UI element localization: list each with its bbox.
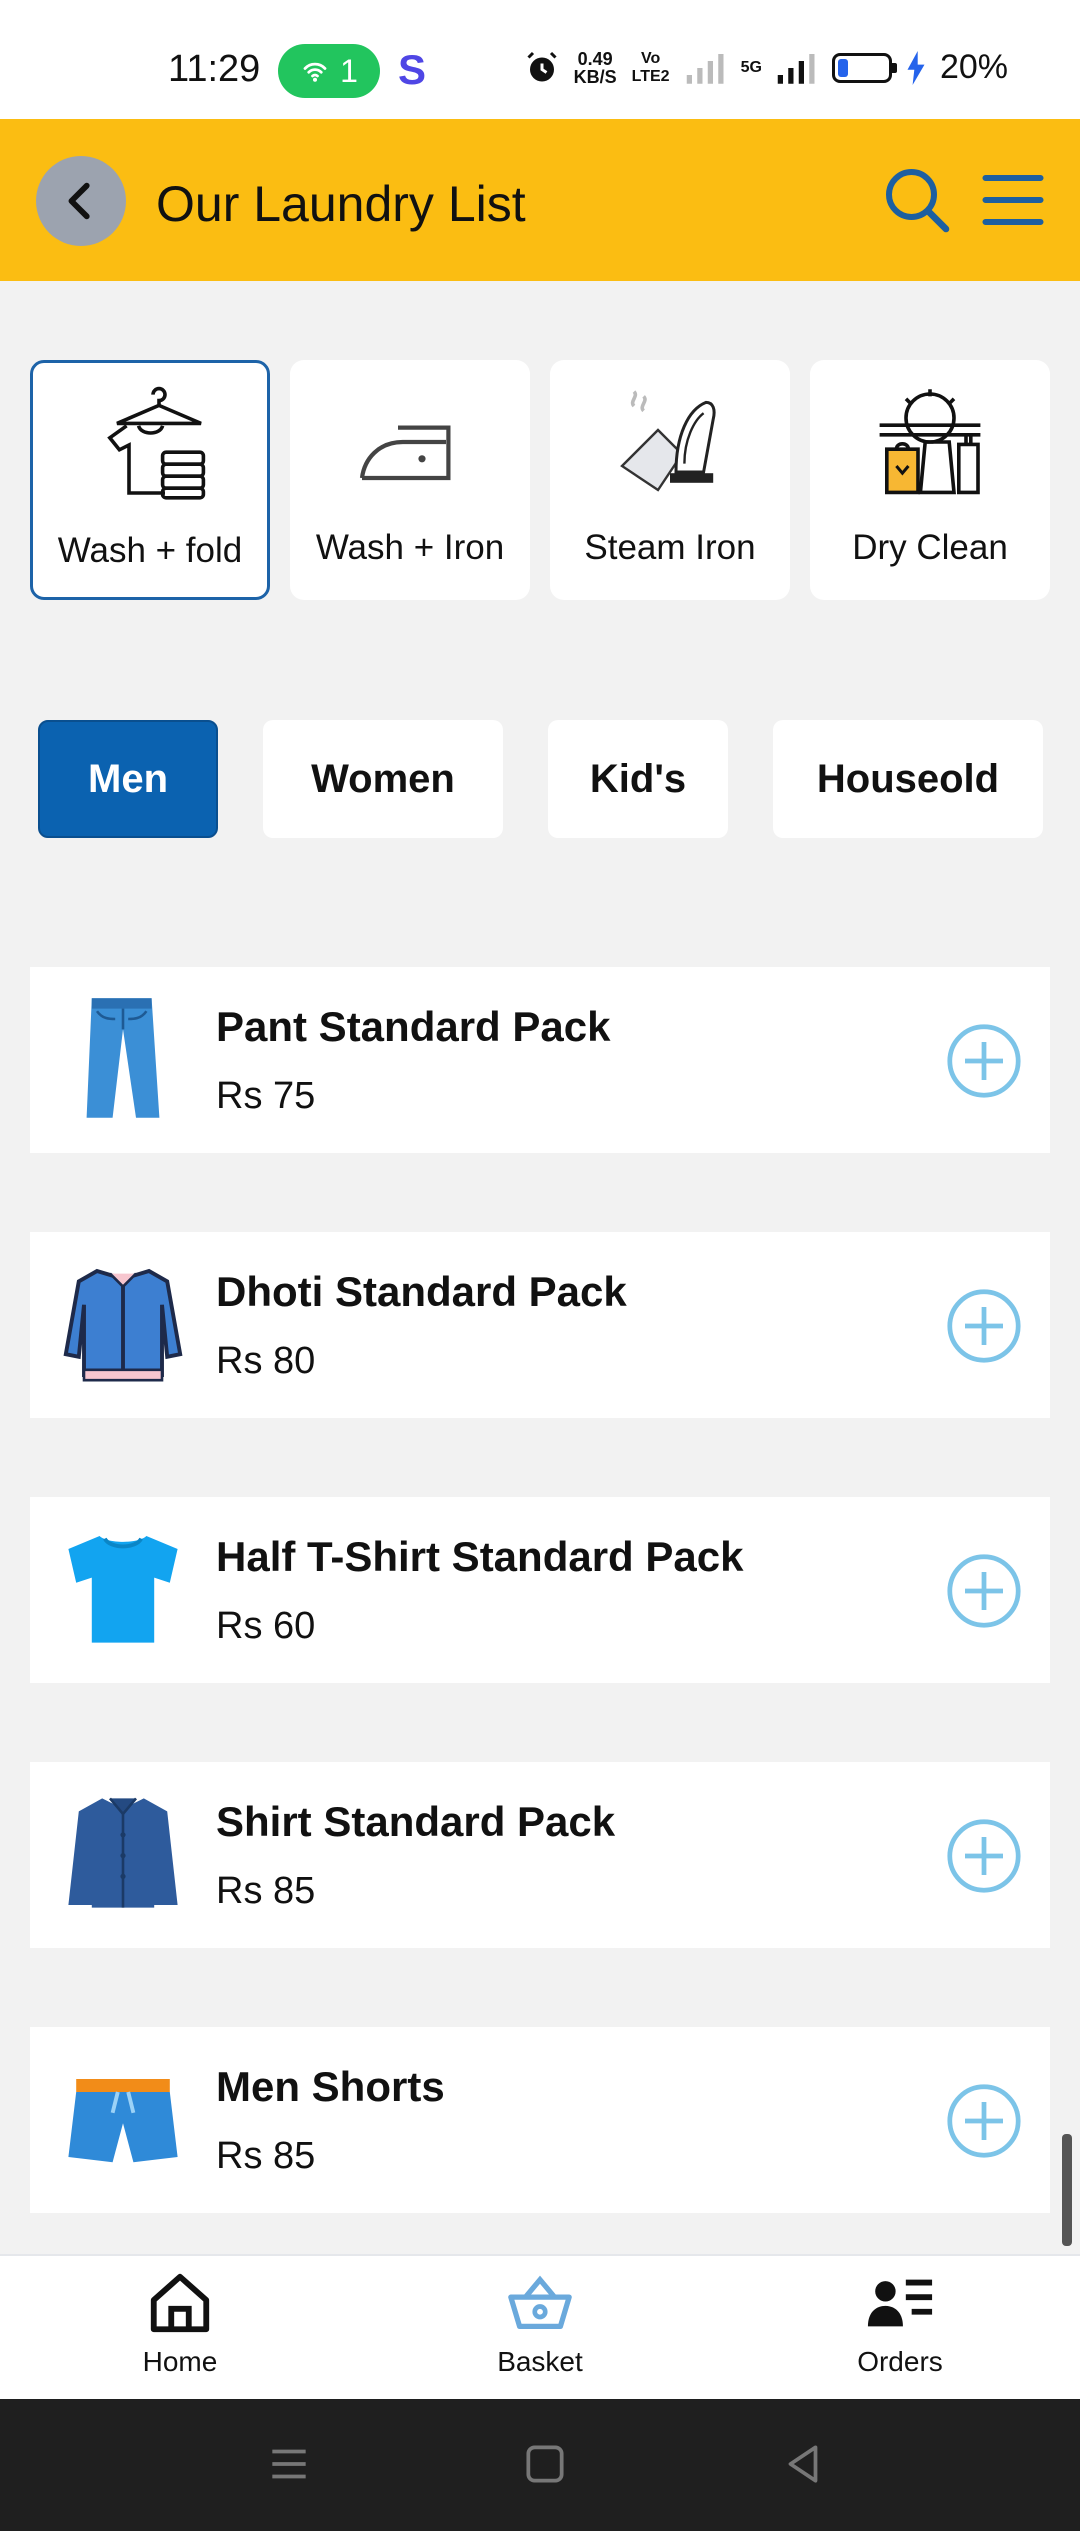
tshirt-icon [68, 1536, 178, 1643]
item-name: Half T-Shirt Standard Pack [216, 1533, 744, 1580]
basket-icon [508, 2275, 572, 2329]
battery-percent: 20% [939, 48, 1008, 86]
jeans-icon [86, 998, 160, 1118]
service-wash-iron[interactable]: Wash + Iron [290, 360, 530, 600]
item-price: Rs 60 [216, 1605, 316, 1647]
network-speed: 0.49 KB/S [573, 48, 617, 87]
list-item: Men Shorts Rs 85 [30, 2027, 1050, 2213]
steam-iron-icon [620, 390, 716, 492]
scrollbar[interactable] [1062, 2134, 1072, 2246]
item-name: Shirt Standard Pack [216, 1798, 616, 1845]
app-bar: Our Laundry List [0, 119, 1080, 281]
service-steam-iron[interactable]: Steam Iron [550, 360, 790, 600]
page-title: Our Laundry List [156, 176, 526, 232]
tab-household[interactable]: Houseold [773, 720, 1043, 838]
service-label: Wash + Iron [315, 528, 505, 567]
status-time: 11:29 [168, 48, 261, 90]
system-nav-bar [0, 2399, 1080, 2531]
item-price: Rs 75 [216, 1075, 316, 1117]
item-price: Rs 85 [216, 2135, 316, 2177]
iron-icon [359, 425, 451, 481]
hotspot-icon [303, 62, 327, 82]
item-price: Rs 80 [216, 1340, 316, 1382]
tab-kids[interactable]: Kid's [548, 720, 728, 838]
item-name: Men Shorts [216, 2063, 445, 2110]
shirt-icon [68, 1797, 178, 1908]
charging-icon [907, 50, 925, 85]
network-type: 5G [740, 58, 762, 76]
bottom-nav: Home Basket Orders [0, 2254, 1080, 2401]
service-label: Steam Iron [584, 528, 756, 567]
menu-icon[interactable] [980, 167, 1046, 233]
nav-orders[interactable]: Orders [800, 2268, 1000, 2378]
battery-icon [831, 52, 897, 83]
status-bar: 11:29 1 S 0.49 KB/S Vo LTE2 5G 20% [0, 0, 1080, 119]
search-icon[interactable] [880, 163, 952, 235]
list-item: Half T-Shirt Standard Pack Rs 60 [30, 1497, 1050, 1683]
hotspot-indicator: 1 [278, 44, 380, 98]
list-item: Pant Standard Pack Rs 75 [30, 967, 1050, 1153]
item-price: Rs 85 [216, 1870, 316, 1912]
back-button[interactable] [36, 156, 126, 246]
add-circle-icon[interactable] [946, 1288, 1022, 1364]
home-button-icon[interactable] [520, 2439, 570, 2489]
shorts-icon [68, 2079, 178, 2163]
add-circle-icon[interactable] [946, 2083, 1022, 2159]
nav-label: Orders [857, 2346, 943, 2377]
list-item: Dhoti Standard Pack Rs 80 [30, 1232, 1050, 1418]
tab-women[interactable]: Women [263, 720, 503, 838]
nav-home[interactable]: Home [80, 2268, 280, 2378]
back-triangle-icon[interactable] [778, 2439, 828, 2489]
signal-weak-icon [686, 53, 724, 84]
add-circle-icon[interactable] [946, 1553, 1022, 1629]
chevron-left-icon [68, 182, 90, 220]
nav-label: Basket [497, 2346, 583, 2377]
dry-clean-icon [879, 389, 981, 495]
service-label: Wash + fold [57, 531, 243, 570]
orders-icon [867, 2279, 933, 2327]
service-selector: Wash + fold Wash + Iron Steam Iron Dry C… [30, 360, 1050, 600]
tshirt-hanger-folded-clothes-icon [107, 386, 206, 500]
service-label: Dry Clean [852, 528, 1008, 567]
item-name: Pant Standard Pack [216, 1003, 611, 1050]
hotspot-count: 1 [340, 52, 358, 89]
add-circle-icon[interactable] [946, 1818, 1022, 1894]
status-icons: 0.49 KB/S Vo LTE2 5G 20% [524, 48, 1008, 87]
signal-icon [777, 53, 815, 84]
add-circle-icon[interactable] [946, 1023, 1022, 1099]
app-badge-icon: S [398, 46, 427, 93]
jacket-icon [63, 1268, 183, 1382]
volte-label: Vo LTE2 [631, 49, 670, 85]
item-name: Dhoti Standard Pack [216, 1268, 627, 1315]
service-wash-fold[interactable]: Wash + fold [30, 360, 270, 600]
recent-apps-icon[interactable] [264, 2439, 314, 2489]
list-item: Shirt Standard Pack Rs 85 [30, 1762, 1050, 1948]
service-dry-clean[interactable]: Dry Clean [810, 360, 1050, 600]
nav-basket[interactable]: Basket [440, 2268, 640, 2378]
alarm-icon [527, 51, 557, 81]
home-icon [150, 2273, 210, 2333]
nav-label: Home [142, 2346, 218, 2377]
tab-men[interactable]: Men [38, 720, 218, 838]
